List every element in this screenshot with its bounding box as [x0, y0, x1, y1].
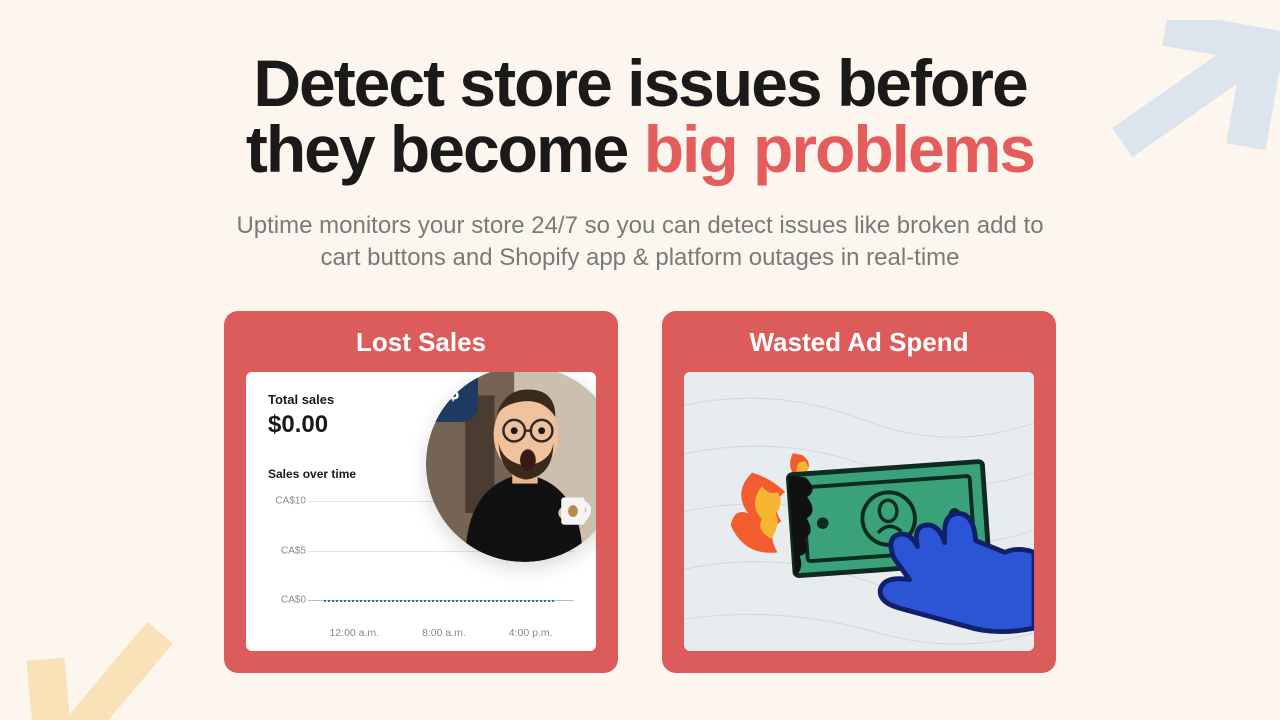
chart-xtick: 12:00 a.m.	[329, 627, 379, 639]
card-wasted-ad-body	[684, 372, 1034, 651]
speech-bubble-text: °⁄°*#$	[426, 380, 460, 406]
chart-series-line	[324, 600, 554, 602]
chart-ytick: CA$0	[268, 594, 306, 605]
card-wasted-ad-spend: Wasted Ad Spend	[662, 311, 1056, 673]
page-subheadline: Uptime monitors your store 24/7 so you c…	[225, 210, 1055, 275]
speech-bubble: °⁄°*#$	[426, 372, 478, 422]
chart-xtick: 8:00 a.m.	[422, 627, 466, 639]
chart-ytick: CA$10	[268, 496, 306, 507]
burning-money-illustration	[684, 372, 1034, 651]
chart-xlabels: 12:00 a.m. 8:00 a.m. 4:00 p.m.	[308, 627, 574, 639]
page-headline: Detect store issues before they become b…	[190, 50, 1090, 182]
card-lost-sales-title: Lost Sales	[246, 327, 596, 358]
card-lost-sales: Lost Sales Total sales $0.00 Sales over …	[224, 311, 618, 673]
card-wasted-ad-title: Wasted Ad Spend	[684, 327, 1034, 358]
card-lost-sales-body: Total sales $0.00 Sales over time CA$10 …	[246, 372, 596, 651]
chart-ytick: CA$5	[268, 545, 306, 556]
chart-xtick: 4:00 p.m.	[509, 627, 553, 639]
headline-accent: big problems	[644, 112, 1034, 186]
